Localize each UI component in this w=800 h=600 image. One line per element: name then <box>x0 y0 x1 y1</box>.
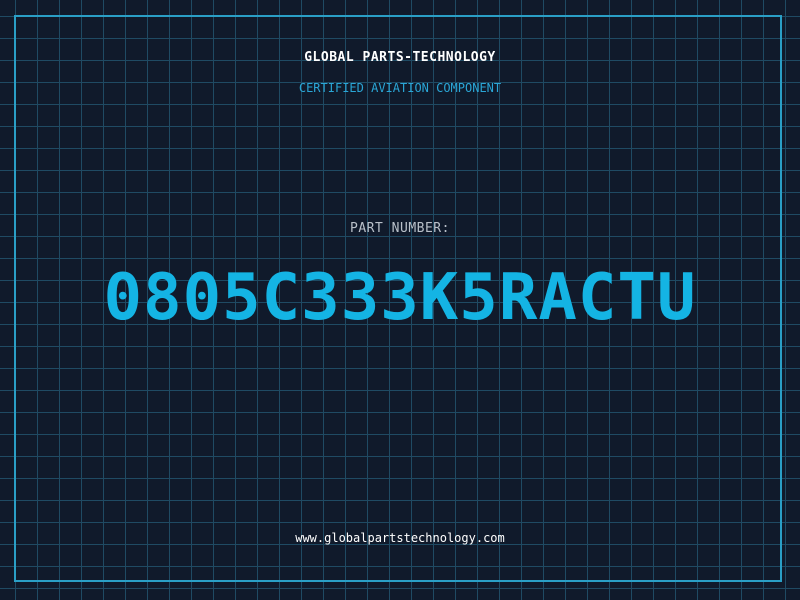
part-number-value: 0805C333K5RACTU <box>103 261 697 335</box>
certification-tagline: CERTIFIED AVIATION COMPONENT <box>298 81 502 95</box>
website-url: www.globalpartstechnology.com <box>295 531 505 545</box>
part-label-card: GLOBAL PARTS-TECHNOLOGY CERTIFIED AVIATI… <box>0 0 800 600</box>
part-number-label: PART NUMBER: <box>350 221 450 236</box>
company-name: GLOBAL PARTS-TECHNOLOGY <box>304 50 496 65</box>
